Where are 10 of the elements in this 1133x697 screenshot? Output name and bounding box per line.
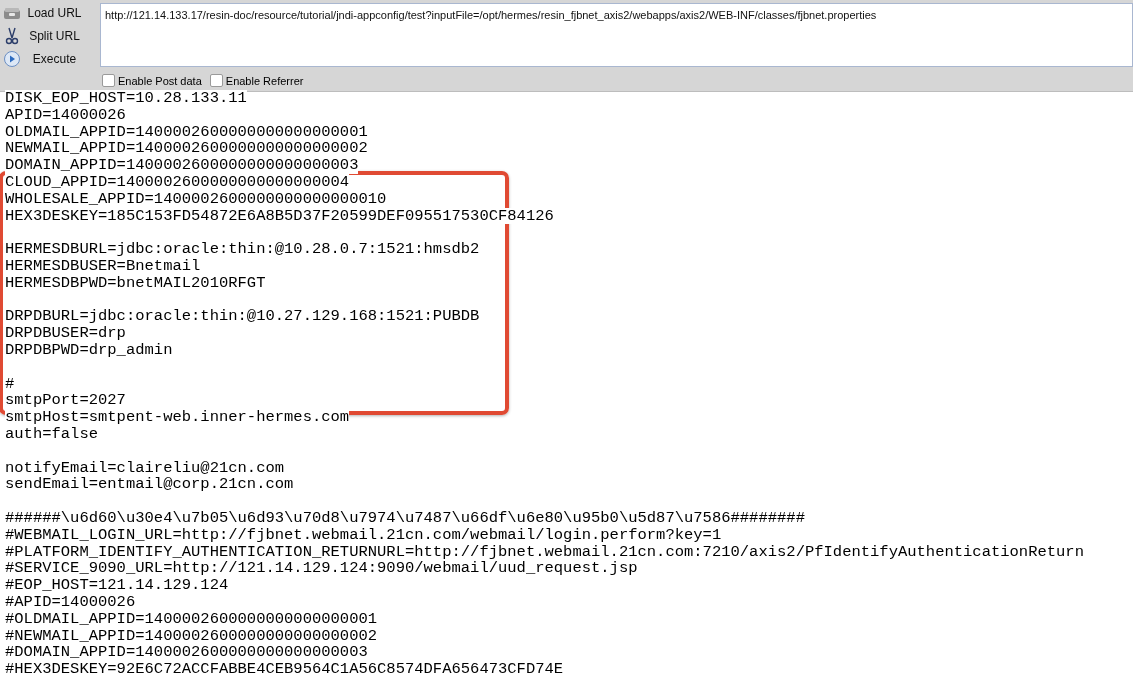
scissors-icon bbox=[3, 26, 21, 45]
checkbox[interactable] bbox=[209, 74, 223, 87]
toolbar-button[interactable]: Load URL bbox=[0, 1, 100, 24]
toolbar-button[interactable]: Execute bbox=[0, 47, 100, 70]
url-field[interactable]: http://121.14.133.17/resin-doc/resource/tutorial/jndi-appconfig/test?inputFile=/opt/hermes/resin_fjbnet_axis2/webapps/axis2/WEB-INF/classes/fjbnet.properties bbox=[100, 3, 1133, 67]
toolbar-button[interactable]: Split URL bbox=[0, 24, 100, 47]
checkbox-label: Enable Post data bbox=[118, 74, 202, 87]
checkbox[interactable] bbox=[102, 74, 115, 87]
play-icon bbox=[3, 49, 21, 68]
checkbox-label: Enable Referrer bbox=[225, 74, 304, 87]
